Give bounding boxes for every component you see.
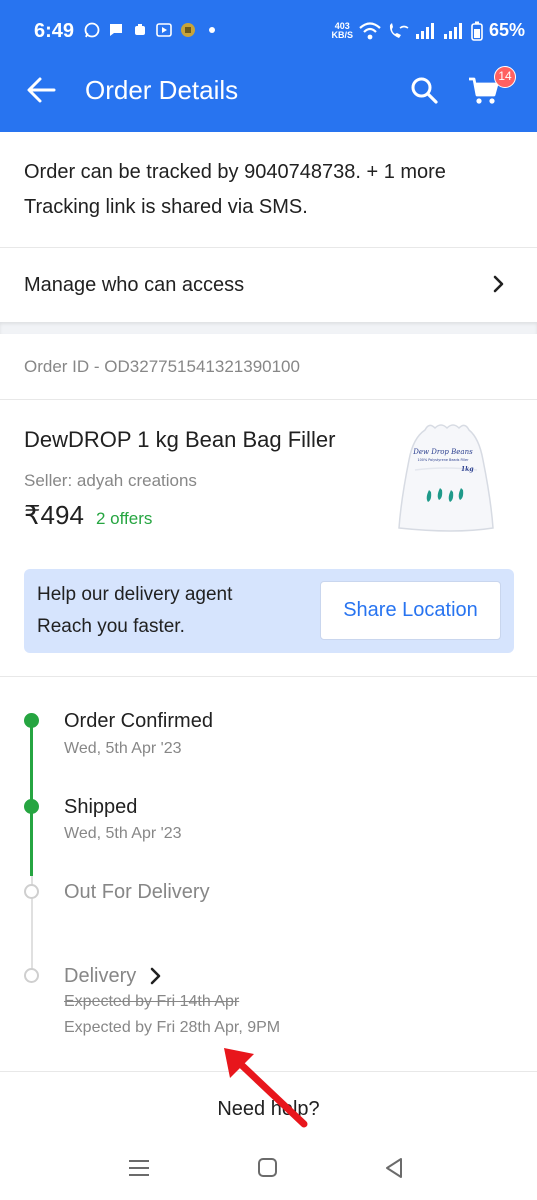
order-details-screen: 6:49 403 KB/S 65% Order Details 14 Order… xyxy=(0,0,537,1200)
timeline-dot-out-for-delivery xyxy=(24,884,39,899)
battery-percent: 65% xyxy=(488,20,525,40)
status-right-icons: 403 KB/S 65% xyxy=(331,20,525,41)
notification-icon xyxy=(135,24,145,35)
image-brand-text: Dew Drop Beans xyxy=(412,448,473,456)
tracking-line-2: Tracking link is shared via SMS. xyxy=(24,196,308,218)
new-expected-date: Expected by Fri 28th Apr, 9PM xyxy=(64,1019,281,1036)
whatsapp-icon xyxy=(84,22,100,38)
share-card-line-1: Help our delivery agent xyxy=(37,584,233,605)
system-nav-bar xyxy=(0,1140,537,1200)
timeline-step-title: Shipped xyxy=(64,796,138,818)
timeline-dot-shipped xyxy=(24,799,39,814)
home-icon[interactable] xyxy=(255,1155,281,1181)
timeline-dot-confirmed xyxy=(24,713,39,728)
product-title[interactable]: DewDROP 1 kg Bean Bag Filler xyxy=(24,427,335,453)
back-arrow-icon[interactable] xyxy=(26,76,56,104)
timeline-progress-line xyxy=(30,720,33,876)
section-separator xyxy=(0,322,537,334)
app-icon xyxy=(181,23,195,37)
messages-icon xyxy=(110,24,122,36)
share-card-line-2: Reach you faster. xyxy=(37,616,185,637)
page-title: Order Details xyxy=(85,75,239,105)
timeline-step-title: Order Confirmed xyxy=(64,710,213,732)
cart-count-badge: 14 xyxy=(494,66,516,88)
divider xyxy=(0,399,537,400)
timeline-step-date: Wed, 5th Apr '23 xyxy=(64,740,182,757)
timeline-step-date: Wed, 5th Apr '23 xyxy=(64,825,182,842)
wifi-call-icon xyxy=(389,22,409,38)
seller-name: Seller: adyah creations xyxy=(24,471,197,490)
battery-icon xyxy=(471,21,483,41)
order-id: Order ID - OD327751541321390100 xyxy=(24,357,300,376)
recent-apps-icon[interactable] xyxy=(126,1155,152,1181)
image-tagline-text: 100% Polystyrene Beads Filler xyxy=(417,458,469,462)
product-price: ₹494 xyxy=(24,500,84,530)
app-bar: Order Details xyxy=(0,48,537,132)
wifi-icon xyxy=(359,21,381,39)
tracking-info: Order can be tracked by 9040748738. + 1 … xyxy=(0,132,537,247)
product-image[interactable]: Dew Drop Beans 100% Polystyrene Beads Fi… xyxy=(395,420,497,534)
divider xyxy=(0,676,537,677)
status-notification-icons xyxy=(84,22,220,38)
search-icon[interactable] xyxy=(410,76,438,104)
net-speed: 403 KB/S xyxy=(331,21,353,40)
manage-access-label: Manage who can access xyxy=(24,274,245,296)
tracking-line-1: Order can be tracked by 9040748738. + 1 … xyxy=(24,161,446,183)
status-time: 6:49 xyxy=(34,20,75,42)
timeline-step-title[interactable]: Delivery xyxy=(64,965,136,988)
share-location-button[interactable]: Share Location xyxy=(320,581,501,640)
share-location-card: Help our delivery agent Reach you faster… xyxy=(24,569,514,653)
chevron-right-icon[interactable] xyxy=(150,967,162,985)
image-weight-text: 1kg xyxy=(461,466,474,473)
signal-icon-2 xyxy=(443,22,462,39)
status-bar: 6:49 403 KB/S 65% xyxy=(0,0,537,48)
timeline-step-title: Out For Delivery xyxy=(64,881,210,903)
youtube-icon xyxy=(156,23,172,37)
offers-link[interactable]: 2 offers xyxy=(96,509,152,529)
back-nav-icon[interactable] xyxy=(382,1155,408,1181)
timeline-dot-delivery xyxy=(24,968,39,983)
net-speed-unit: KB/S xyxy=(331,29,353,40)
signal-icon xyxy=(415,22,434,39)
manage-access-row[interactable]: Manage who can access xyxy=(0,248,537,322)
chevron-right-icon xyxy=(493,275,504,293)
annotation-arrow-icon xyxy=(224,1048,308,1128)
dot-icon xyxy=(209,27,215,33)
old-expected-date: Expected by Fri 14th Apr xyxy=(64,993,240,1010)
